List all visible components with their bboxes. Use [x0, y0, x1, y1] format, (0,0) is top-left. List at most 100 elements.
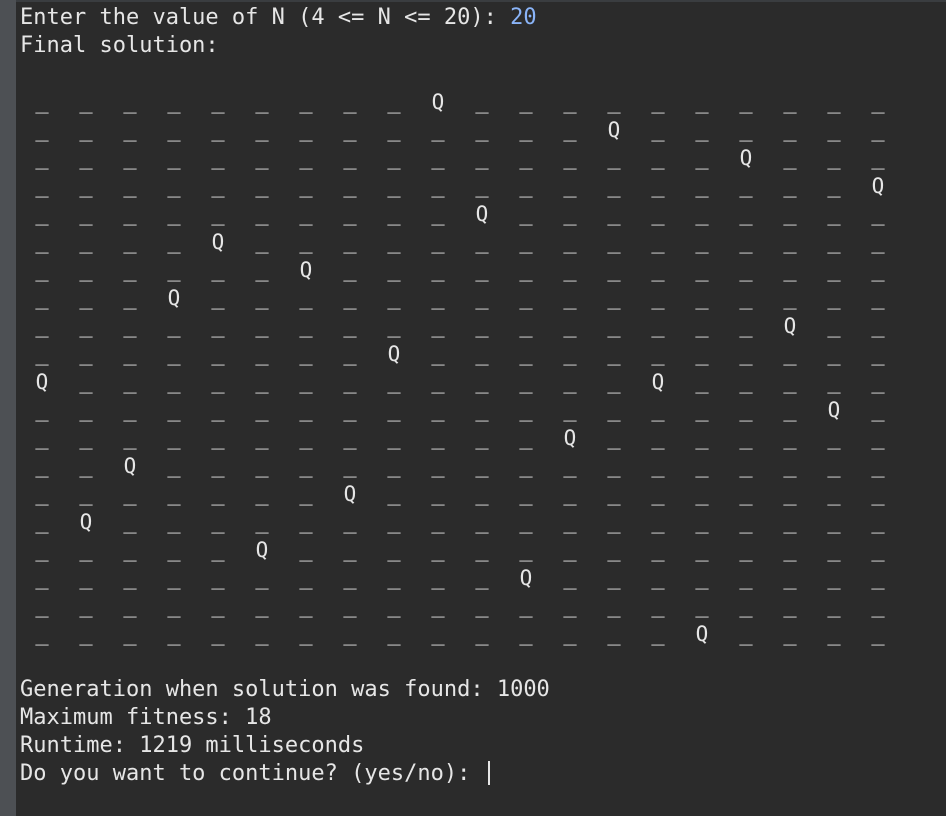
empty-cell: _ [35, 257, 49, 282]
empty-cell: _ [167, 481, 181, 506]
empty-cell: _ [211, 89, 225, 114]
empty-cell: _ [211, 285, 225, 310]
empty-cell: _ [871, 369, 885, 394]
queen-cell: Q [871, 174, 885, 198]
empty-cell: _ [299, 509, 313, 534]
empty-cell: _ [651, 593, 665, 618]
empty-cell: _ [783, 285, 797, 310]
empty-cell: _ [79, 369, 93, 394]
empty-cell: _ [211, 313, 225, 338]
empty-cell: _ [211, 565, 225, 590]
empty-cell: _ [695, 201, 709, 226]
empty-cell: _ [167, 257, 181, 282]
empty-cell: _ [739, 285, 753, 310]
empty-cell: _ [167, 145, 181, 170]
empty-cell: _ [299, 341, 313, 366]
empty-cell: _ [123, 201, 137, 226]
empty-cell: _ [607, 565, 621, 590]
empty-cell: _ [255, 285, 269, 310]
empty-cell: _ [343, 509, 357, 534]
empty-cell: _ [255, 341, 269, 366]
empty-cell: _ [255, 453, 269, 478]
empty-cell: _ [123, 565, 137, 590]
empty-cell: _ [563, 257, 577, 282]
empty-cell: _ [299, 285, 313, 310]
empty-cell: _ [827, 285, 841, 310]
queen-cell: Q [255, 538, 269, 562]
empty-cell: _ [475, 369, 489, 394]
empty-cell: _ [211, 117, 225, 142]
empty-cell: _ [695, 341, 709, 366]
chess-board: _ _ _ _ _ _ _ _ _ Q _ _ _ _ _ _ _ _ _ _ _ _ _ _ _ _ _ _ _ _ _ _ _ Q _ _ _ _ _ _… [20, 88, 900, 648]
empty-cell: _ [783, 201, 797, 226]
empty-cell: _ [255, 173, 269, 198]
empty-cell: _ [607, 89, 621, 114]
empty-cell: _ [35, 89, 49, 114]
empty-cell: _ [167, 173, 181, 198]
empty-cell: _ [431, 313, 445, 338]
empty-cell: _ [79, 285, 93, 310]
empty-cell: _ [475, 257, 489, 282]
empty-cell: _ [519, 481, 533, 506]
empty-cell: _ [695, 453, 709, 478]
continue-prompt-line[interactable]: Do you want to continue? (yes/no): [20, 760, 490, 788]
empty-cell: _ [211, 173, 225, 198]
fitness-line: Maximum fitness: 18 [20, 705, 272, 730]
empty-cell: _ [387, 621, 401, 646]
empty-cell: _ [563, 117, 577, 142]
empty-cell: _ [35, 425, 49, 450]
empty-cell: _ [387, 201, 401, 226]
empty-cell: _ [651, 89, 665, 114]
empty-cell: _ [827, 145, 841, 170]
empty-cell: _ [519, 593, 533, 618]
empty-cell: _ [783, 173, 797, 198]
empty-cell: _ [651, 397, 665, 422]
empty-cell: _ [519, 509, 533, 534]
runtime-line: Runtime: 1219 milliseconds [20, 733, 365, 758]
empty-cell: _ [431, 481, 445, 506]
empty-cell: _ [739, 621, 753, 646]
empty-cell: _ [167, 313, 181, 338]
text-cursor[interactable] [487, 761, 490, 785]
empty-cell: _ [211, 201, 225, 226]
empty-cell: _ [343, 313, 357, 338]
empty-cell: _ [519, 285, 533, 310]
empty-cell: _ [35, 285, 49, 310]
empty-cell: _ [475, 313, 489, 338]
empty-cell: _ [167, 89, 181, 114]
empty-cell: _ [871, 341, 885, 366]
empty-cell: _ [123, 593, 137, 618]
empty-cell: _ [79, 453, 93, 478]
empty-cell: _ [607, 397, 621, 422]
empty-cell: _ [387, 397, 401, 422]
empty-cell: _ [475, 229, 489, 254]
empty-cell: _ [35, 509, 49, 534]
empty-cell: _ [431, 117, 445, 142]
empty-cell: _ [255, 313, 269, 338]
empty-cell: _ [871, 397, 885, 422]
empty-cell: _ [431, 425, 445, 450]
empty-cell: _ [211, 369, 225, 394]
empty-cell: _ [211, 145, 225, 170]
empty-cell: _ [827, 229, 841, 254]
empty-cell: _ [431, 537, 445, 562]
empty-cell: _ [299, 369, 313, 394]
empty-cell: _ [563, 369, 577, 394]
queen-cell: Q [475, 202, 489, 226]
empty-cell: _ [651, 341, 665, 366]
empty-cell: _ [827, 341, 841, 366]
empty-cell: _ [651, 229, 665, 254]
empty-cell: _ [35, 117, 49, 142]
empty-cell: _ [871, 285, 885, 310]
empty-cell: _ [563, 565, 577, 590]
empty-cell: _ [607, 369, 621, 394]
empty-cell: _ [167, 425, 181, 450]
empty-cell: _ [739, 89, 753, 114]
empty-cell: _ [695, 593, 709, 618]
empty-cell: _ [211, 397, 225, 422]
empty-cell: _ [79, 313, 93, 338]
empty-cell: _ [35, 397, 49, 422]
empty-cell: _ [211, 425, 225, 450]
generation-line: Generation when solution was found: 1000 [20, 677, 550, 702]
empty-cell: _ [827, 565, 841, 590]
